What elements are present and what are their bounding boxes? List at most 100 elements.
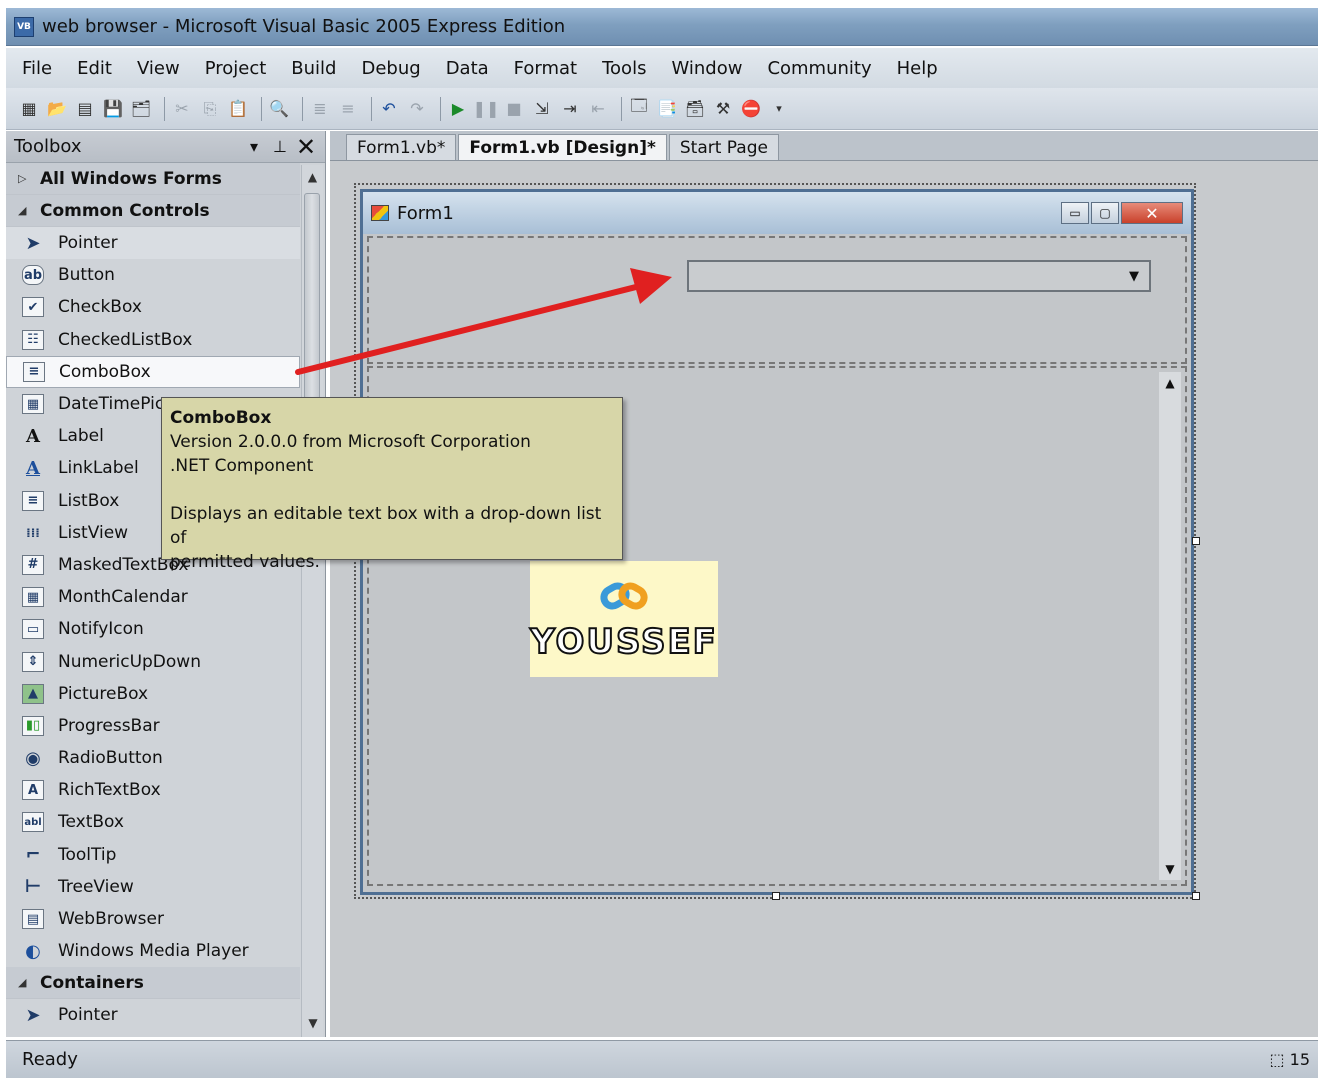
add-item-icon[interactable]: ▤ [74, 98, 96, 120]
logo-text: YOUSSEF [529, 621, 718, 663]
menu-tools[interactable]: Tools [602, 58, 646, 79]
maskedtextbox-icon: # [22, 554, 44, 575]
menu-data[interactable]: Data [446, 58, 489, 79]
find-icon[interactable]: 🔍 [268, 98, 290, 120]
linklabel-icon: A [26, 457, 40, 479]
toolbox-item-label: Pointer [58, 1005, 118, 1026]
undo-icon[interactable]: ↶ [378, 98, 400, 120]
open-file-icon[interactable]: 📂 [46, 98, 68, 120]
browser-scrollbar[interactable]: ▲ ▼ [1159, 372, 1181, 880]
toolbox-item-progressbar[interactable]: ▮▯ ProgressBar [6, 710, 300, 742]
menu-community[interactable]: Community [767, 58, 871, 79]
pause-icon[interactable]: ❚❚ [473, 98, 500, 120]
toolbox-item-monthcalendar[interactable]: ▦ MonthCalendar [6, 581, 300, 613]
solution-explorer-icon[interactable]: 🗔 [628, 96, 650, 120]
menu-help[interactable]: Help [897, 58, 938, 79]
toolbar-separator [621, 96, 622, 121]
paste-icon[interactable]: 📋 [227, 98, 249, 120]
menu-view[interactable]: View [137, 58, 180, 79]
minimize-icon[interactable]: ▭ [1061, 202, 1089, 224]
toolbox-item-richtextbox[interactable]: A RichTextBox [6, 774, 300, 806]
resize-handle-right[interactable] [1192, 537, 1200, 545]
picturebox-icon: ▲ [22, 683, 44, 704]
properties-icon[interactable]: 📑 [656, 98, 678, 120]
toolbox-item-checkbox[interactable]: ✔ CheckBox [6, 291, 300, 323]
toolbox-item-pointer[interactable]: ➤ Pointer [6, 227, 300, 260]
menu-window[interactable]: Window [671, 58, 742, 79]
redo-icon[interactable]: ↷ [406, 98, 428, 120]
toolbox-group-common-controls[interactable]: ◢ Common Controls [6, 195, 300, 227]
toolbox-title: Toolbox [14, 136, 82, 157]
menu-format[interactable]: Format [514, 58, 577, 79]
menu-debug[interactable]: Debug [361, 58, 420, 79]
toolbox-item-pointer[interactable]: ➤ Pointer [6, 999, 300, 1031]
pointer-icon: ➤ [25, 232, 41, 254]
pin-icon[interactable]: ⊥ [269, 137, 291, 156]
top-panel[interactable]: ▼ [367, 236, 1187, 364]
toolbox-icon[interactable]: ⚒ [712, 98, 734, 120]
toolbox-item-label: MonthCalendar [58, 587, 188, 608]
tab-form1-design[interactable]: Form1.vb [Design]* [458, 134, 667, 160]
url-combobox[interactable]: ▼ [687, 260, 1151, 292]
toolbox-group-containers[interactable]: ◢ Containers [6, 967, 300, 1000]
uncomment-icon[interactable]: ≡ [337, 98, 359, 120]
chevron-down-icon[interactable]: ▼ [1119, 262, 1149, 290]
step-over-icon[interactable]: ⇥ [559, 98, 581, 120]
close-icon[interactable]: ✕ [295, 133, 317, 161]
menu-project[interactable]: Project [205, 58, 267, 79]
document-area: Form1.vb* Form1.vb [Design]* Start Page … [330, 131, 1318, 1037]
stop-icon[interactable]: ■ [503, 98, 525, 120]
toolbox-item-picturebox[interactable]: ▲ PictureBox [6, 678, 300, 710]
menu-build[interactable]: Build [291, 58, 336, 79]
toolbox-item-textbox[interactable]: abl TextBox [6, 806, 300, 838]
start-debug-icon[interactable]: ▶ [447, 98, 469, 120]
menu-bar: File Edit View Project Build Debug Data … [6, 48, 1318, 88]
new-project-icon[interactable]: ▦ [18, 98, 40, 120]
toolbar-options-icon[interactable]: ▾ [768, 98, 790, 120]
toolbox-item-notifyicon[interactable]: ▭ NotifyIcon [6, 613, 300, 645]
toolbox-item-webbrowser[interactable]: ▤ WebBrowser [6, 903, 300, 935]
maximize-icon[interactable]: ▢ [1091, 202, 1119, 224]
toolbox-item-windows-media-player[interactable]: ◐ Windows Media Player [6, 935, 300, 967]
menu-file[interactable]: File [22, 58, 52, 79]
object-browser-icon[interactable]: 🗃 [684, 98, 706, 120]
window-position-icon[interactable]: ▾ [243, 137, 265, 156]
toolbox-item-combobox[interactable]: ≡ ComboBox [6, 355, 300, 388]
resize-handle-bottom[interactable] [772, 892, 780, 900]
scroll-up-icon[interactable]: ▲ [1159, 372, 1181, 394]
copy-icon[interactable]: ⎘ [199, 98, 221, 120]
notifyicon-icon: ▭ [22, 619, 44, 640]
toolbox-group-all-windows-forms[interactable]: ▷ All Windows Forms [6, 163, 300, 195]
scroll-up-icon[interactable]: ▲ [302, 165, 323, 189]
treeview-icon: ⊢ [24, 876, 42, 898]
toolbox-scrollbar[interactable]: ▲ ▼ [301, 165, 323, 1037]
combobox-tooltip: ComboBox Version 2.0.0.0 from Microsoft … [161, 397, 623, 572]
toolbox-item-label: TreeView [58, 876, 134, 897]
cut-icon[interactable]: ✂ [171, 98, 193, 120]
toolbox-item-numericupdown[interactable]: ⇕ NumericUpDown [6, 645, 300, 677]
scroll-down-icon[interactable]: ▼ [302, 1011, 324, 1035]
menu-edit[interactable]: Edit [77, 58, 112, 79]
step-out-icon[interactable]: ⇤ [587, 98, 609, 120]
tab-form1-code[interactable]: Form1.vb* [346, 134, 457, 160]
tab-start-page[interactable]: Start Page [668, 134, 779, 160]
step-into-icon[interactable]: ⇲ [531, 98, 553, 120]
toolbox-item-label: Label [58, 426, 104, 447]
error-list-icon[interactable]: ⛔ [740, 98, 762, 120]
toolbox-item-label: Windows Media Player [58, 941, 249, 962]
status-text: Ready [22, 1049, 78, 1070]
toolbox-item-tooltip[interactable]: ⌐ ToolTip [6, 839, 300, 871]
toolbox-item-treeview[interactable]: ⊢ TreeView [6, 871, 300, 903]
comment-icon[interactable]: ≣ [309, 98, 331, 120]
toolbox-item-radiobutton[interactable]: ◉ RadioButton [6, 742, 300, 774]
toolbox-item-button[interactable]: ab Button [6, 259, 300, 291]
resize-handle-corner[interactable] [1192, 892, 1200, 900]
tooltip-version: Version 2.0.0.0 from Microsoft Corporati… [170, 432, 531, 452]
toolbox-item-checkedlistbox[interactable]: ☷ CheckedListBox [6, 324, 300, 356]
toolbar-separator [261, 96, 262, 121]
tooltip-description-line2: permitted values. [170, 552, 320, 572]
scroll-down-icon[interactable]: ▼ [1159, 858, 1181, 880]
save-all-icon[interactable]: 🗂 [130, 98, 152, 120]
form-close-icon[interactable]: ✕ [1121, 202, 1183, 224]
save-icon[interactable]: 💾 [102, 98, 124, 120]
